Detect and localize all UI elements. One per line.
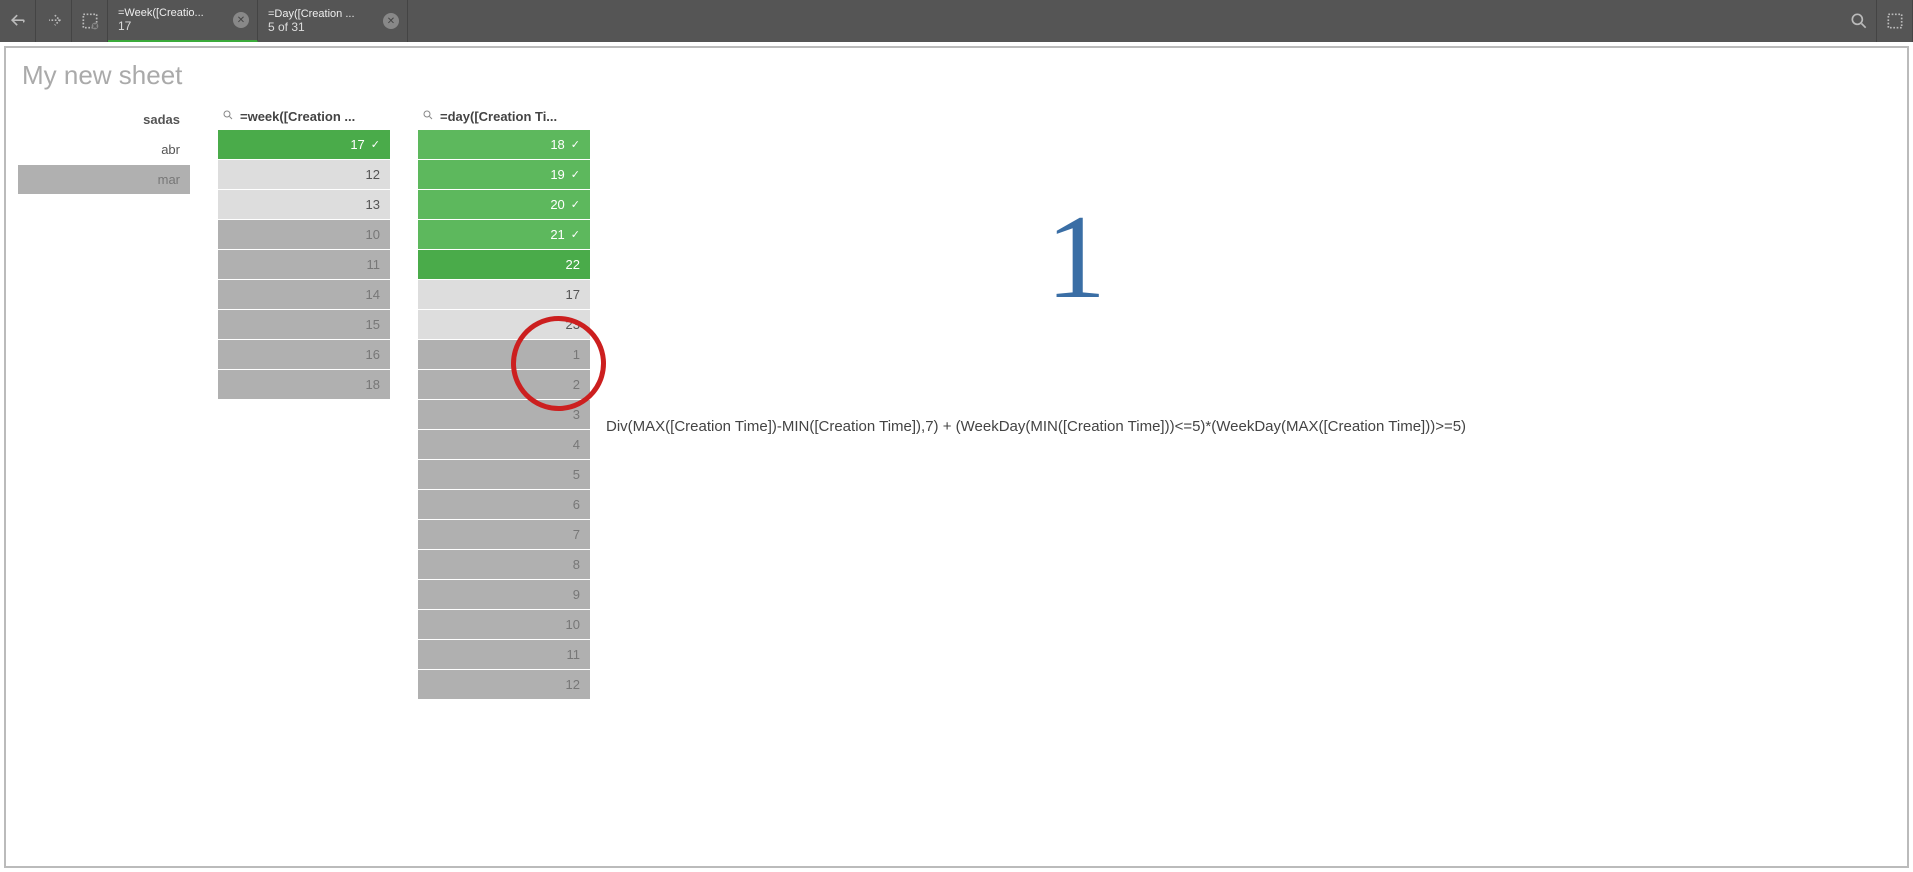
close-icon[interactable]: ✕ (233, 12, 249, 28)
selection-tab-value: 5 of 31 (268, 20, 397, 34)
filter-item[interactable]: 7 (418, 520, 590, 550)
filter-item-label: 18 (366, 377, 380, 392)
filter-item[interactable]: 5 (418, 460, 590, 490)
filter-item[interactable]: 19 ✓ (418, 160, 590, 190)
filter-item-label: 22 (566, 257, 580, 272)
filter-item[interactable]: 4 (418, 430, 590, 460)
filter-item[interactable]: 11 (218, 250, 390, 280)
filter-item[interactable]: 12 (218, 160, 390, 190)
filter-item[interactable]: 18 ✓ (418, 130, 590, 160)
search-icon (222, 109, 234, 124)
filter-item[interactable]: 11 (418, 640, 590, 670)
filter-item-label: 12 (566, 677, 580, 692)
selections-tool-icon[interactable] (1877, 0, 1913, 42)
filter-item-label: 19 (550, 167, 564, 182)
filter-item-label: 20 (550, 197, 564, 212)
filter-item[interactable]: abr (18, 135, 190, 165)
filter-item-label: 7 (573, 527, 580, 542)
filter-header[interactable]: =day([Creation Ti... (418, 105, 590, 130)
check-icon: ✓ (571, 198, 580, 211)
filter-item-label: 10 (366, 227, 380, 242)
filter-item[interactable]: 3 (418, 400, 590, 430)
filter-item-label: 13 (366, 197, 380, 212)
step-back-icon[interactable] (0, 0, 36, 42)
filter-item[interactable]: 8 (418, 550, 590, 580)
filter-item[interactable]: 17 ✓ (218, 130, 390, 160)
check-icon: ✓ (571, 228, 580, 241)
filter-item[interactable]: 17 (418, 280, 590, 310)
filter-item-label: 8 (573, 557, 580, 572)
filter-item-label: 4 (573, 437, 580, 452)
filter-item-label: mar (158, 172, 180, 187)
sheet: My new sheet sadas abr mar =week([Creatio… (4, 46, 1909, 868)
expression-text: Div(MAX([Creation Time])-MIN([Creation T… (606, 418, 1466, 435)
filter-item-label: 2 (573, 377, 580, 392)
filter-item-label: 10 (566, 617, 580, 632)
check-icon: ✓ (571, 168, 580, 181)
filter-item[interactable]: 16 (218, 340, 390, 370)
filter-item[interactable]: 22 (418, 250, 590, 280)
filter-item-label: 9 (573, 587, 580, 602)
filter-item-label: 5 (573, 467, 580, 482)
check-icon: ✓ (371, 138, 380, 151)
step-forward-icon[interactable] (36, 0, 72, 42)
filter-item-label: 6 (573, 497, 580, 512)
filter-item[interactable]: 9 (418, 580, 590, 610)
filter-item-label: 11 (567, 647, 581, 662)
filter-item[interactable]: 12 (418, 670, 590, 700)
check-icon: ✓ (571, 138, 580, 151)
close-icon[interactable]: ✕ (383, 13, 399, 29)
search-icon[interactable] (1841, 0, 1877, 42)
kpi-value: 1 (1046, 188, 1106, 326)
search-icon (422, 109, 434, 124)
filter-item-label: 17 (566, 287, 580, 302)
selection-tab-value: 17 (118, 19, 247, 33)
filter-item-label: 11 (367, 257, 381, 272)
filter-pane-sadas: sadas abr mar (18, 105, 190, 195)
filter-item-label: 1 (573, 347, 580, 362)
filter-item-label: 17 (350, 137, 364, 152)
filter-item-label: 18 (550, 137, 564, 152)
selection-tab-title: =Day([Creation ... (268, 8, 378, 20)
filter-item-label: 16 (366, 347, 380, 362)
filter-item[interactable]: 15 (218, 310, 390, 340)
clear-selections-icon[interactable] (72, 0, 108, 42)
filter-item-label: 15 (366, 317, 380, 332)
filter-item[interactable]: 13 (218, 190, 390, 220)
filter-item[interactable]: 10 (218, 220, 390, 250)
filter-item[interactable]: 23 (418, 310, 590, 340)
filter-item[interactable]: 20 ✓ (418, 190, 590, 220)
filter-item[interactable]: 1 (418, 340, 590, 370)
filter-item-label: 12 (366, 167, 380, 182)
sheet-title: My new sheet (22, 60, 1895, 91)
filter-item-label: 21 (550, 227, 564, 242)
selection-tab-title: =Week([Creatio... (118, 7, 228, 19)
filter-item-label: 14 (366, 287, 380, 302)
selection-tab-week[interactable]: =Week([Creatio... 17 ✕ (108, 0, 258, 42)
filter-header: sadas (18, 105, 190, 135)
filter-item[interactable]: 6 (418, 490, 590, 520)
selection-tab-day[interactable]: =Day([Creation ... 5 of 31 ✕ (258, 0, 408, 42)
filter-item[interactable]: 14 (218, 280, 390, 310)
filter-item-label: abr (161, 142, 180, 157)
filter-item[interactable]: 2 (418, 370, 590, 400)
selections-toolbar: =Week([Creatio... 17 ✕ =Day([Creation ..… (0, 0, 1913, 42)
filter-item[interactable]: 18 (218, 370, 390, 400)
filter-item[interactable]: 10 (418, 610, 590, 640)
filter-pane-week: =week([Creation ... 17 ✓ 12 13 10 11 14 15 16 18 (218, 105, 390, 400)
filter-item-label: 23 (566, 317, 580, 332)
filter-header[interactable]: =week([Creation ... (218, 105, 390, 130)
filter-item[interactable]: mar (18, 165, 190, 195)
filter-pane-day: =day([Creation Ti... 18✓19✓20✓21✓2217231… (418, 105, 590, 700)
filter-item-label: 3 (573, 407, 580, 422)
filter-item[interactable]: 21 ✓ (418, 220, 590, 250)
